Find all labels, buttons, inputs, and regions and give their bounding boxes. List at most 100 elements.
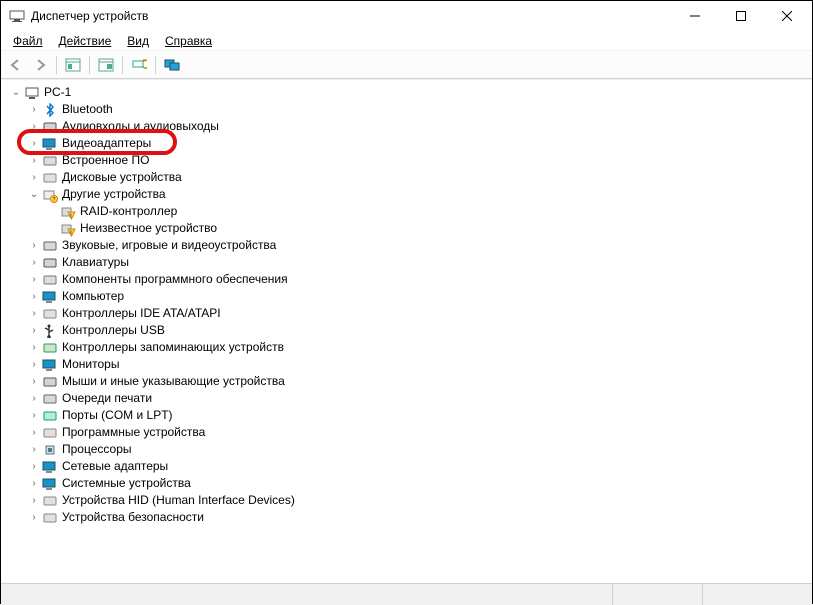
tree-node-label: Мыши и иные указывающие устройства [62,373,285,390]
audio-io-icon [42,119,58,135]
toolbar-separator [56,56,57,74]
tree-node-label: Порты (COM и LPT) [62,407,173,424]
other-icon: ? [42,187,58,203]
tree-node-storage[interactable]: ›Контроллеры запоминающих устройств [3,339,810,356]
expander-icon[interactable]: › [27,154,41,168]
tree-node-security[interactable]: ›Устройства безопасности [3,509,810,526]
tree-node-firmware[interactable]: › Встроенное ПО [3,152,810,169]
tree-node-mouse[interactable]: › Мыши и иные указывающие устройства [3,373,810,390]
menu-action[interactable]: Действие [51,32,120,50]
menu-help[interactable]: Справка [157,32,220,50]
expander-icon[interactable]: › [27,358,41,372]
expander-icon[interactable]: › [27,494,41,508]
status-spacer [1,584,612,605]
tree-node-monitor[interactable]: › Мониторы [3,356,810,373]
expander-icon[interactable]: › [27,426,41,440]
close-button[interactable] [764,1,810,31]
tree-node-label: Звуковые, игровые и видеоустройства [62,237,276,254]
monitor-icon [42,357,58,373]
tree-node-label: Мониторы [62,356,119,373]
tree-node-label: Видеоадаптеры [62,135,151,152]
expander-icon[interactable]: › [27,239,41,253]
software-icon [42,272,58,288]
expander-icon[interactable]: › [27,375,41,389]
expander-icon[interactable]: › [27,290,41,304]
status-cell [612,584,702,605]
window-title: Диспетчер устройств [31,9,672,23]
tree-node-bluetooth[interactable]: ›Bluetooth [3,101,810,118]
tree-node-display-adapter[interactable]: › Видеоадаптеры [3,135,810,152]
toolbar-show-hidden-button[interactable] [62,54,84,76]
root-icon [24,85,40,101]
menu-file[interactable]: Файл [5,32,51,50]
cpu-icon [42,442,58,458]
tree-node-usb[interactable]: ›Контроллеры USB [3,322,810,339]
mouse-icon [42,374,58,390]
system-icon [42,476,58,492]
display-adapter-icon [42,136,58,152]
tree-child-warning-device[interactable]: !RAID-контроллер [3,203,810,220]
expander-icon[interactable]: › [27,120,41,134]
expander-icon[interactable]: ⌄ [9,86,23,100]
expander-icon[interactable]: › [27,307,41,321]
toolbar-monitors-button[interactable] [161,54,183,76]
tree-node-hid[interactable]: › Устройства HID (Human Interface Devices… [3,492,810,509]
tree-node-disk[interactable]: ›Дисковые устройства [3,169,810,186]
device-tree[interactable]: ⌄ PC-1›Bluetooth›Аудиовходы и аудиовыходы… [1,79,812,583]
expander-icon[interactable]: › [27,324,41,338]
print-icon [42,391,58,407]
menu-view[interactable]: Вид [119,32,157,50]
expander-icon[interactable]: › [27,511,41,525]
toolbar-properties-button[interactable] [95,54,117,76]
tree-node-network[interactable]: ›Сетевые адаптеры [3,458,810,475]
tree-node-soft-device[interactable]: › Программные устройства [3,424,810,441]
tree-node-audio-io[interactable]: ›Аудиовходы и аудиовыходы [3,118,810,135]
hid-icon [42,493,58,509]
expander-icon[interactable]: › [27,273,41,287]
tree-node-label: Другие устройства [62,186,166,203]
usb-icon [42,323,58,339]
expander-icon[interactable] [45,205,59,219]
tree-node-ide[interactable]: › Контроллеры IDE ATA/ATAPI [3,305,810,322]
tree-child-warning-device[interactable]: !Неизвестное устройство [3,220,810,237]
ports-icon [42,408,58,424]
tree-node-ports[interactable]: › Порты (COM и LPT) [3,407,810,424]
expander-icon[interactable]: › [27,137,41,151]
tree-node-system[interactable]: ›Системные устройства [3,475,810,492]
expander-icon[interactable]: › [27,409,41,423]
tree-node-label: Компоненты программного обеспечения [62,271,288,288]
menu-bar: Файл Действие Вид Справка [1,31,812,51]
maximize-button[interactable] [718,1,764,31]
toolbar-forward-button[interactable] [29,54,51,76]
expander-icon[interactable]: › [27,103,41,117]
tree-node-software[interactable]: › Компоненты программного обеспечения [3,271,810,288]
toolbar-separator [155,56,156,74]
expander-icon[interactable]: › [27,443,41,457]
tree-node-sound[interactable]: › Звуковые, игровые и видеоустройства [3,237,810,254]
minimize-button[interactable] [672,1,718,31]
window-controls [672,1,810,31]
tree-node-label: PC-1 [44,84,71,101]
toolbar-refresh-button[interactable] [128,54,150,76]
expander-icon[interactable]: › [27,171,41,185]
expander-icon[interactable]: ⌄ [27,188,41,202]
tree-node-label: Программные устройства [62,424,205,441]
tree-node-cpu[interactable]: ›Процессоры [3,441,810,458]
tree-node-computer[interactable]: ›Компьютер [3,288,810,305]
toolbar-back-button[interactable] [5,54,27,76]
expander-icon[interactable]: › [27,477,41,491]
tree-node-other[interactable]: ⌄?Другие устройства [3,186,810,203]
tree-node-label: Встроенное ПО [62,152,149,169]
expander-icon[interactable]: › [27,341,41,355]
tree-node-label: Устройства HID (Human Interface Devices) [62,492,295,509]
expander-icon[interactable]: › [27,460,41,474]
tree-node-keyboard[interactable]: ›Клавиатуры [3,254,810,271]
expander-icon[interactable] [45,222,59,236]
tree-node-label: Контроллеры IDE ATA/ATAPI [62,305,221,322]
toolbar [1,51,812,79]
network-icon [42,459,58,475]
tree-node-print[interactable]: ›Очереди печати [3,390,810,407]
expander-icon[interactable]: › [27,392,41,406]
expander-icon[interactable]: › [27,256,41,270]
tree-root[interactable]: ⌄ PC-1 [3,84,810,101]
